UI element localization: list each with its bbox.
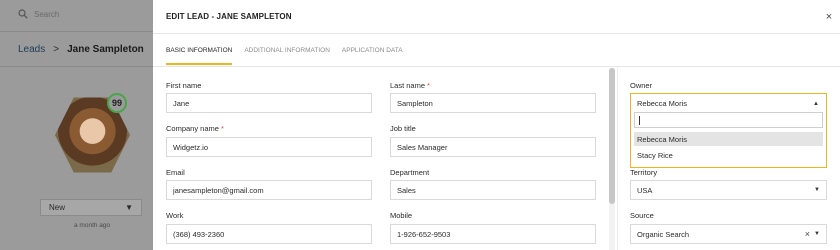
chevron-down-icon: ▼ <box>814 231 820 237</box>
job-title-label: Job title <box>390 124 416 133</box>
tab-application-data[interactable]: APPLICATION DATA <box>342 47 403 65</box>
source-value: Organic Search <box>637 229 690 239</box>
email-label: Email <box>166 168 185 177</box>
job-title-field[interactable]: Sales Manager <box>390 137 596 157</box>
company-name-label: Company name * <box>166 124 224 133</box>
territory-label: Territory <box>630 168 658 177</box>
owner-dropdown[interactable]: Rebecca Moris ▲ Rebecca Moris Stacy Rice <box>630 93 827 168</box>
status-select[interactable]: New ▼ <box>40 199 142 216</box>
mobile-label: Mobile <box>390 211 413 220</box>
last-name-field[interactable]: Sampleton <box>390 93 596 113</box>
close-icon[interactable]: × <box>822 10 836 24</box>
first-name-label: First name <box>166 81 202 90</box>
breadcrumb-current: Jane Sampleton <box>67 44 144 55</box>
source-controls: × ▼ <box>805 229 820 239</box>
department-label: Department <box>390 168 430 177</box>
text-cursor <box>639 116 640 125</box>
tabs-divider <box>153 66 840 67</box>
tab-bar: BASIC INFORMATION ADDITIONAL INFORMATION… <box>166 47 403 65</box>
title-divider <box>153 33 840 34</box>
first-name-field[interactable]: Jane <box>166 93 372 113</box>
work-phone-field[interactable]: (368) 493-2360 <box>166 224 372 244</box>
department-field[interactable]: Sales <box>390 180 596 200</box>
edit-lead-modal: EDIT LEAD - JANE SAMPLETON × BASIC INFOR… <box>153 0 840 250</box>
source-select[interactable]: Organic Search × ▼ <box>630 224 827 244</box>
status-value: New <box>49 203 66 212</box>
source-label: Source <box>630 211 654 220</box>
owner-search-input[interactable] <box>634 112 823 128</box>
owner-option-rebecca-moris[interactable]: Rebecca Moris <box>634 132 823 146</box>
territory-value: USA <box>637 185 653 195</box>
owner-option-stacy-rice[interactable]: Stacy Rice <box>634 148 823 162</box>
clear-icon[interactable]: × <box>805 229 810 239</box>
breadcrumb: Leads > Jane Sampleton <box>18 44 144 55</box>
required-marker: * <box>220 124 224 133</box>
search-box[interactable]: Search <box>18 9 59 19</box>
company-name-field[interactable]: Widgetz.io <box>166 137 372 157</box>
lead-score-badge: 99 <box>107 93 127 113</box>
scrollbar-thumb[interactable] <box>609 68 615 204</box>
search-icon <box>18 9 28 19</box>
owner-label: Owner <box>630 81 653 90</box>
territory-select[interactable]: USA ▼ <box>630 180 827 200</box>
chevron-down-icon: ▼ <box>814 187 820 193</box>
mobile-field[interactable]: 1-926-652-9503 <box>390 224 596 244</box>
breadcrumb-separator: > <box>53 44 60 55</box>
work-phone-label: Work <box>166 211 184 220</box>
chevron-up-icon[interactable]: ▲ <box>813 101 819 107</box>
last-activity-text: a month ago <box>74 222 111 229</box>
owner-value: Rebecca Moris <box>637 99 688 108</box>
tab-basic-information[interactable]: BASIC INFORMATION <box>166 47 233 65</box>
search-placeholder: Search <box>34 9 60 19</box>
last-name-label: Last name * <box>390 81 430 90</box>
required-marker: * <box>427 81 430 90</box>
chevron-down-icon: ▼ <box>125 203 133 212</box>
header-divider <box>0 31 153 32</box>
right-panel-divider <box>617 67 618 250</box>
email-field[interactable]: janesampleton@gmail.com <box>166 180 372 200</box>
modal-title: EDIT LEAD - JANE SAMPLETON <box>166 12 292 21</box>
breadcrumb-divider <box>0 66 153 67</box>
tab-additional-information[interactable]: ADDITIONAL INFORMATION <box>244 47 330 65</box>
breadcrumb-leads-link[interactable]: Leads <box>18 44 45 55</box>
